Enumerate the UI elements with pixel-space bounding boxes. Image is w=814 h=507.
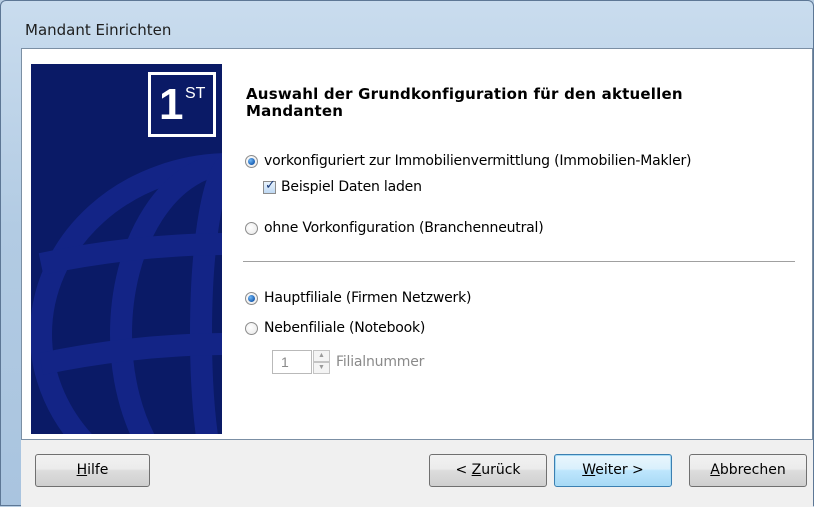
radio-label: vorkonfiguriert zur Immobilienvermittlun… (264, 153, 692, 169)
spin-down-icon[interactable]: ▼ (313, 362, 330, 374)
radio-nebenfiliale[interactable]: Nebenfiliale (Notebook) (245, 320, 425, 336)
step-suffix: ST (185, 85, 206, 102)
button-label: eiter > (595, 462, 644, 478)
cancel-button[interactable]: Abbrechen (689, 454, 807, 487)
mnemonic: Z (471, 462, 482, 478)
radio-branchenneutral[interactable]: ohne Vorkonfiguration (Branchenneutral) (245, 220, 544, 236)
separator (243, 261, 795, 263)
radio-hauptfiliale[interactable]: Hauptfiliale (Firmen Netzwerk) (245, 290, 471, 306)
spin-up-icon[interactable]: ▲ (313, 350, 330, 362)
branch-number-label: Filialnummer (336, 354, 425, 370)
step-badge: 1 ST (148, 72, 216, 137)
radio-label: Nebenfiliale (Notebook) (264, 320, 426, 336)
step-number: 1 (159, 80, 184, 129)
radio-button[interactable] (245, 221, 258, 235)
button-label: ilfe (87, 462, 109, 478)
radio-button[interactable] (245, 291, 258, 305)
button-prefix: < (455, 462, 472, 478)
window-title: Mandant Einrichten (25, 21, 172, 39)
wizard-window: Mandant Einrichten 1 ST Auswahl der Grun… (0, 0, 814, 507)
button-bar: Hilfe < Zurück Weiter > Abbrechen (21, 440, 813, 507)
page-heading: Auswahl der Grundkonfiguration für den a… (246, 85, 683, 120)
branch-number-spinner: 1 ▲ ▼ Filialnummer (272, 350, 424, 374)
radio-label: ohne Vorkonfiguration (Branchenneutral) (264, 220, 544, 236)
back-button[interactable]: < Zurück (429, 454, 547, 487)
wizard-banner: 1 ST (31, 64, 222, 434)
help-button[interactable]: Hilfe (35, 454, 150, 487)
button-label: bbrechen (719, 462, 786, 478)
radio-label: Hauptfiliale (Firmen Netzwerk) (264, 290, 472, 306)
mnemonic: A (710, 462, 720, 478)
title-bar[interactable]: Mandant Einrichten (1, 1, 813, 47)
next-button[interactable]: Weiter > (554, 454, 672, 487)
button-label: urück (481, 462, 521, 478)
checkbox[interactable] (263, 178, 276, 194)
mnemonic: W (582, 462, 596, 478)
radio-button[interactable] (245, 154, 258, 168)
branch-number-input[interactable]: 1 (272, 350, 312, 374)
mnemonic: H (76, 462, 88, 478)
radio-button[interactable] (245, 321, 258, 335)
radio-immobilien[interactable]: vorkonfiguriert zur Immobilienvermittlun… (245, 153, 692, 169)
sample-data-checkbox[interactable]: Beispiel Daten laden (263, 178, 422, 195)
checkbox-label: Beispiel Daten laden (281, 179, 422, 195)
wizard-page: 1 ST Auswahl der Grundkonfiguration für … (21, 48, 813, 440)
